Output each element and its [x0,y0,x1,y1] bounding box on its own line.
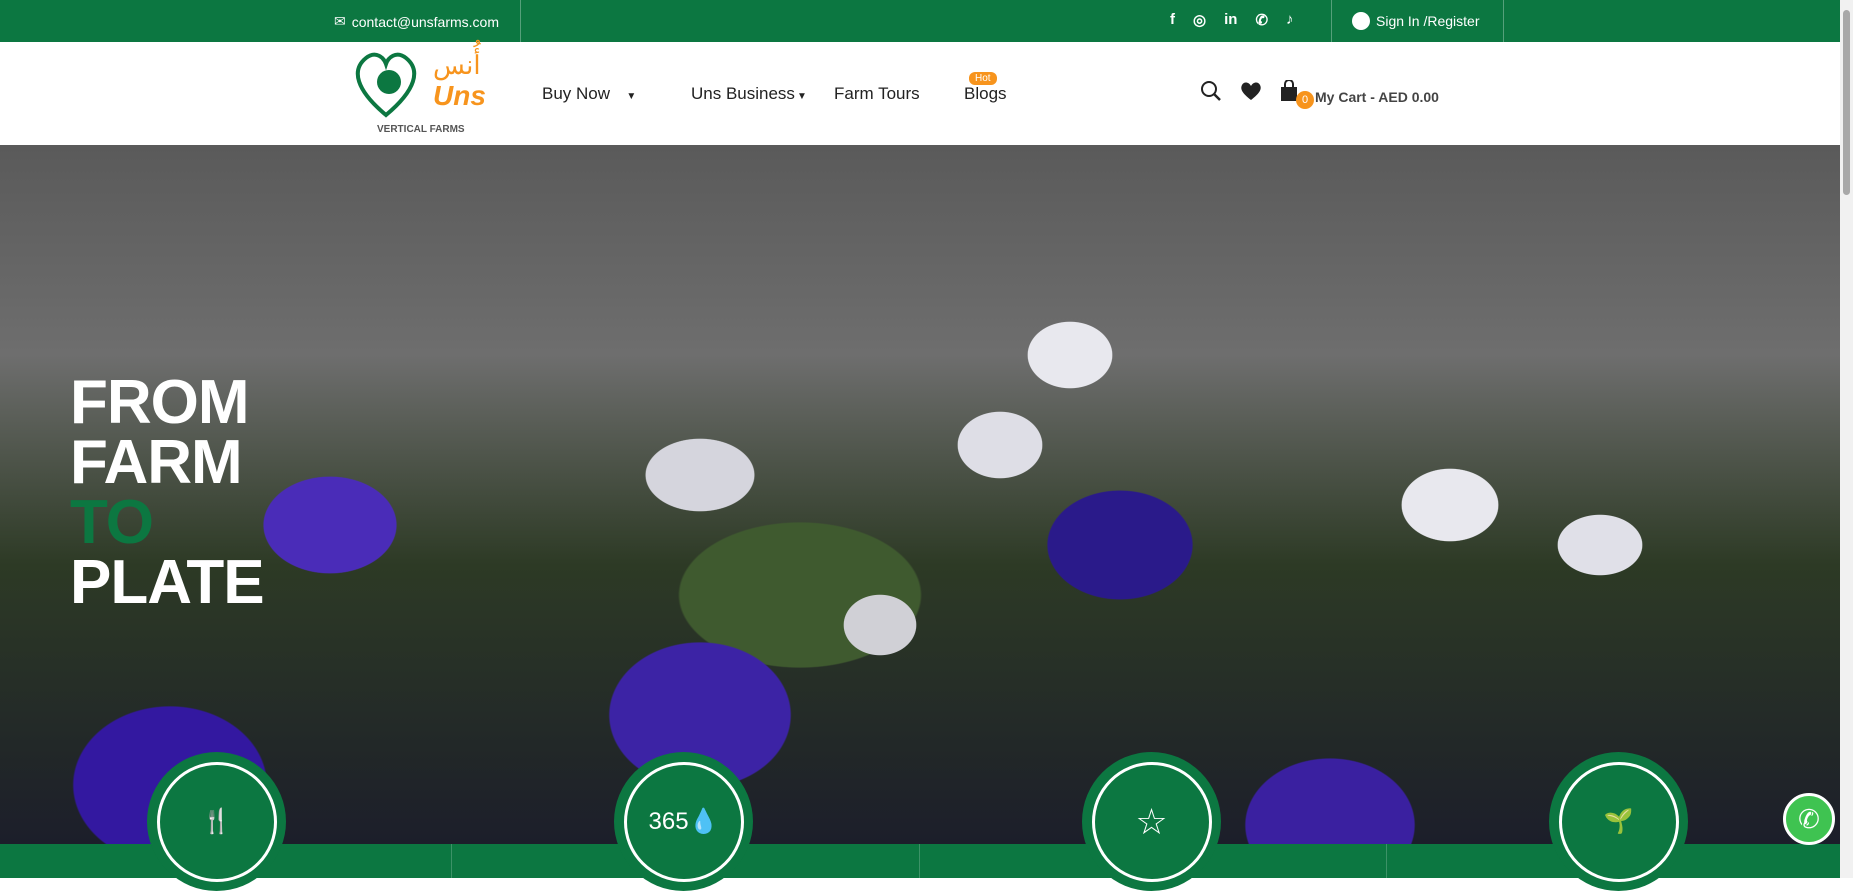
feature-sustainable: 🌱 [1549,752,1688,891]
top-bar: ✉ contact@unsfarms.com f ◎ in ✆ ♪ Sign I… [0,0,1840,42]
envelope-icon: ✉ [334,13,346,29]
cart-count-badge: 0 [1296,91,1314,109]
hero-title: FROM FARM TO PLATE [70,368,265,617]
divider [1503,0,1504,42]
hero-line: PLATE [70,548,265,617]
logo-tagline: VERTICAL FARMS [377,124,465,135]
whatsapp-icon[interactable]: ✆ [1255,11,1268,29]
heart-icon[interactable] [1240,81,1262,101]
logo-name: Uns [433,80,486,111]
nav-buy-now[interactable]: Buy Now ▼ [542,84,636,104]
hero-banner: FROM FARM TO PLATE [0,145,1840,845]
nav-blogs[interactable]: Blogs [964,84,1007,104]
caret-down-icon: ▼ [618,91,637,102]
scrollbar[interactable] [1840,0,1853,878]
scrollbar-thumb[interactable] [1843,10,1850,195]
cart-link[interactable]: My Cart - AED 0.00 [1315,89,1439,105]
dining-plant-icon: 🍴 [156,761,277,882]
logo-arabic: أُنس [433,50,481,80]
search-icon[interactable] [1200,80,1222,102]
hero-line: TO [70,488,154,557]
user-icon [1352,12,1370,30]
feature-quality: ☆ [1082,752,1221,891]
feature-365: 365 💧 [614,752,753,891]
caret-down-icon: ▼ [796,91,807,102]
logo[interactable]: أُنس Uns VERTICAL FARMS [351,50,491,138]
365-water-icon: 365 💧 [623,761,744,882]
whatsapp-icon: ✆ [1798,803,1820,834]
heart-logo-icon [355,52,417,118]
header: أُنس Uns VERTICAL FARMS Buy Now ▼ Uns Bu… [0,42,1840,145]
feature-farm-to-table: 🍴 [147,752,286,891]
tiktok-icon[interactable]: ♪ [1286,11,1294,29]
divider [1331,0,1332,42]
nav-uns-business[interactable]: Uns Business ▼ [691,84,807,104]
facebook-icon[interactable]: f [1170,11,1175,29]
instagram-icon[interactable]: ◎ [1193,11,1206,29]
linkedin-icon[interactable]: in [1224,11,1237,29]
hero-line: FARM [70,428,243,497]
whatsapp-chat-button[interactable]: ✆ [1783,793,1835,845]
nav-farm-tours[interactable]: Farm Tours [834,84,920,104]
sprout-icon: 🌱 [1558,761,1679,882]
star-burst-icon: ☆ [1091,761,1212,882]
email-link[interactable]: ✉ contact@unsfarms.com [334,13,499,30]
hero-line: FROM [70,368,250,437]
social-links: f ◎ in ✆ ♪ [1170,11,1294,29]
divider [520,0,521,42]
signin-link[interactable]: Sign In /Register [1352,12,1480,30]
